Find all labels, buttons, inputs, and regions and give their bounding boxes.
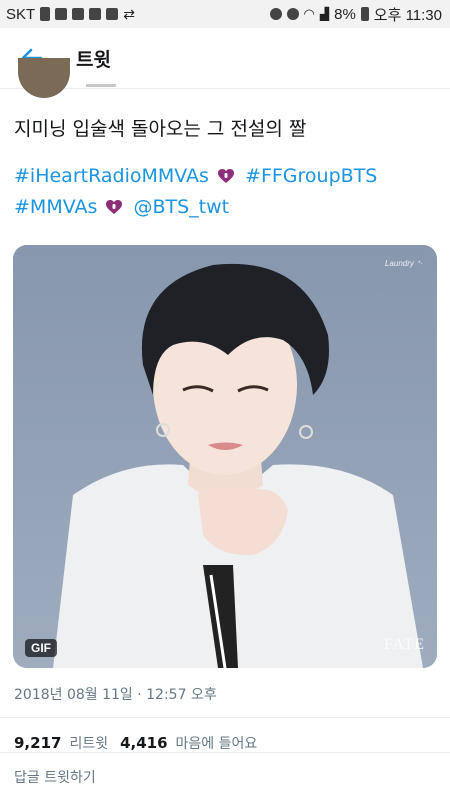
retweet-notification-icon: ⇄ — [123, 5, 135, 22]
gif-badge: GIF — [25, 639, 57, 657]
recycle-icon — [269, 8, 282, 20]
tweet-body: 지미닝 입술색 돌아오는 그 전설의 짤 — [14, 118, 307, 140]
tweet-text: 지미닝 입술색 돌아오는 그 전설의 짤 #iHeartRadioMMVAs #… — [14, 114, 434, 223]
hashtag-link[interactable]: #iHeartRadioMMVAs — [14, 165, 209, 187]
reply-bar: 답글 트윗하기 — [0, 752, 450, 801]
tweet-media-gif[interactable]: Laundry ⁺· FATE GIF — [13, 245, 437, 668]
facebook-icon — [55, 8, 68, 20]
status-bar: SKT ⇄ ◠ ▟ 8% 오후 11:30 — [0, 0, 450, 28]
retweet-label: 리트윗 — [69, 736, 109, 752]
divider — [0, 717, 450, 718]
iheartradio-emoji-icon — [106, 200, 123, 214]
username-peek — [86, 84, 116, 87]
retweet-count: 9,217 — [14, 734, 62, 752]
avatar[interactable] — [18, 58, 70, 98]
iheartradio-emoji-icon — [217, 169, 234, 183]
alert-icon — [40, 7, 51, 21]
youtube-icon — [89, 8, 102, 20]
folder-icon — [72, 8, 85, 20]
signal-icon: ▟ — [319, 7, 330, 21]
watermark-top: Laundry ⁺· — [384, 259, 423, 268]
tweet-stats[interactable]: 9,217 리트윗 4,416 마음에 들어요 — [14, 733, 257, 753]
clock: 오후 11:30 — [373, 6, 442, 24]
mention-link[interactable]: @BTS_twt — [133, 196, 229, 218]
hashtag-link[interactable]: #FFGroupBTS — [245, 165, 377, 187]
carrier-label: SKT — [6, 5, 36, 23]
gif-image — [13, 245, 437, 668]
tweet-timestamp: 2018년 08월 11일 · 12:57 오후 — [14, 687, 217, 703]
like-count: 4,416 — [120, 734, 168, 752]
page-title: 트윗 — [76, 48, 111, 71]
reply-input[interactable]: 답글 트윗하기 — [14, 767, 96, 787]
gallery-icon — [106, 8, 119, 20]
watermark-bottom: FATE — [383, 636, 425, 653]
hashtag-link[interactable]: #MMVAs — [14, 196, 97, 218]
battery-icon — [360, 7, 369, 21]
battery-percent: 8% — [334, 5, 356, 23]
like-label: 마음에 들어요 — [175, 736, 258, 752]
alarm-icon — [286, 8, 299, 20]
wifi-icon: ◠ — [303, 6, 315, 21]
